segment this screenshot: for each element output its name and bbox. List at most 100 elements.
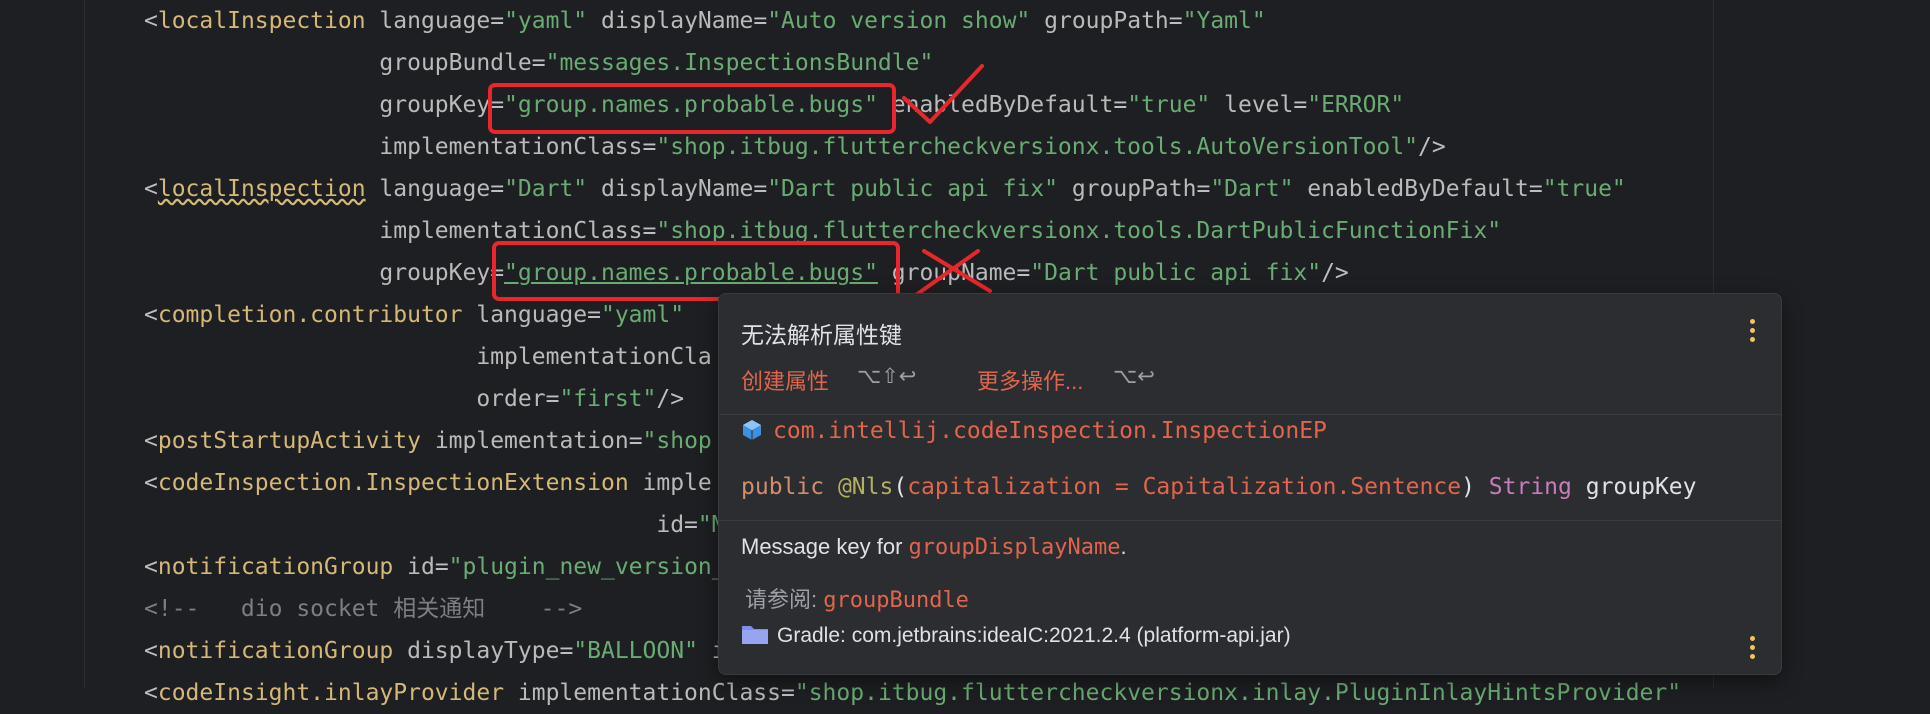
class-cube-icon <box>743 420 761 440</box>
code-token: implementationCla <box>144 344 712 370</box>
code-token: = <box>587 302 601 328</box>
code-token: = <box>628 428 643 454</box>
code-token: = <box>545 386 560 412</box>
description: Message key for groupDisplayName. <box>741 534 1127 560</box>
code-token: groupPath <box>1030 8 1169 34</box>
code-line[interactable]: <codeInspection.InspectionExtension impl… <box>144 462 712 504</box>
code-token: = <box>781 680 795 706</box>
code-token: displayType <box>393 638 560 664</box>
popup-title: 无法解析属性键 <box>741 322 902 348</box>
code-token: /> <box>1321 260 1349 286</box>
code-token: = <box>1113 92 1128 118</box>
code-token: notificationGroup <box>157 554 394 580</box>
code-token: displayName <box>587 8 754 34</box>
code-token: completion.contributor <box>157 302 463 328</box>
code-token: < <box>144 428 158 454</box>
code-line[interactable]: <!-- dio socket 相关通知 --> <box>144 588 582 630</box>
code-token: "BALLOON" <box>573 638 698 664</box>
code-token: "Dart" <box>1210 176 1294 202</box>
code-line[interactable]: implementationCla <box>144 336 712 378</box>
code-token: groupKey <box>144 92 491 118</box>
group-bundle-link[interactable]: groupBundle <box>823 588 969 613</box>
code-token: = <box>642 134 657 160</box>
signature: public @Nls(capitalization = Capitalizat… <box>741 474 1697 500</box>
code-line[interactable]: <codeInsight.inlayProvider implementatio… <box>144 672 1681 714</box>
code-token: <!-- dio socket 相关通知 --> <box>144 596 583 622</box>
code-token: = <box>1168 8 1183 34</box>
class-reference-text: com.intellij.codeInspection.InspectionEP <box>773 418 1327 444</box>
popup-divider <box>719 414 1781 415</box>
code-token: language <box>365 8 491 34</box>
code-token: id <box>393 554 435 580</box>
code-line[interactable]: <notificationGroup displayType="BALLOON"… <box>144 630 726 672</box>
more-actions-link[interactable]: 更多操作... <box>977 364 1083 396</box>
code-token: "Auto version show" <box>767 8 1031 34</box>
see-also: 请参阅: groupBundle <box>745 587 969 613</box>
code-token: < <box>144 8 158 34</box>
code-line[interactable]: <notificationGroup id="plugin_new_versio… <box>144 546 726 588</box>
create-property-action[interactable]: 创建属性 <box>741 364 829 396</box>
code-token: = <box>1528 176 1543 202</box>
code-token: "messages.InspectionsBundle" <box>545 50 934 76</box>
code-token: = <box>490 176 505 202</box>
code-token: implementationClass <box>504 680 781 706</box>
code-token: < <box>144 470 158 496</box>
code-token: < <box>144 554 158 580</box>
code-token: "yaml" <box>504 8 588 34</box>
create-property-shortcut: ⌥⇧↩ <box>857 364 917 388</box>
code-token: id <box>144 512 685 538</box>
code-token: "ERROR" <box>1307 92 1405 118</box>
code-token: order <box>144 386 546 412</box>
code-token: = <box>559 638 574 664</box>
code-token: codeInsight.inlayProvider <box>157 680 505 706</box>
more-options-icon[interactable] <box>1749 319 1757 345</box>
code-token: notificationGroup <box>157 638 394 664</box>
code-token: /> <box>656 386 685 412</box>
code-token: = <box>434 554 449 580</box>
code-token: < <box>144 176 158 202</box>
highlight-box-2 <box>492 241 900 301</box>
code-token: = <box>1293 92 1308 118</box>
code-token: = <box>753 176 768 202</box>
code-token: displayName <box>587 176 754 202</box>
code-token: groupPath <box>1057 176 1197 202</box>
code-token: "shop.itbug.fluttercheckversionx.inlay.P… <box>794 680 1682 706</box>
code-token: /> <box>1417 134 1446 160</box>
code-line[interactable]: <localInspection language="Dart" display… <box>144 168 1626 210</box>
code-token: localInspection <box>157 8 366 34</box>
code-token: = <box>490 8 505 34</box>
code-token: "Dart public api fix" <box>767 176 1058 202</box>
code-token: < <box>144 680 158 706</box>
code-token: "first" <box>559 386 657 412</box>
code-token: localInspection <box>157 176 366 202</box>
code-token: "shop.itbug.fluttercheckversionx.tools.A… <box>656 134 1418 160</box>
checkmark-annotation <box>902 64 984 124</box>
code-token: < <box>144 638 158 664</box>
code-token: codeInspection.InspectionExtension <box>157 470 629 496</box>
class-reference[interactable]: com.intellij.codeInspection.InspectionEP <box>741 418 1327 444</box>
code-token: "true" <box>1127 92 1211 118</box>
code-line[interactable]: order="first"/> <box>144 378 684 420</box>
code-token: "shop <box>642 428 712 454</box>
group-display-name-link[interactable]: groupDisplayName <box>909 535 1121 560</box>
code-line[interactable]: id="M <box>144 504 725 546</box>
quick-doc-popup[interactable]: 无法解析属性键 创建属性 ⌥⇧↩ 更多操作... ⌥↩ com.intellij… <box>718 293 1782 675</box>
code-token: "Dart public api fix" <box>1030 260 1322 286</box>
code-token: implementation <box>420 428 629 454</box>
code-line[interactable]: groupBundle="messages.InspectionsBundle" <box>144 42 933 84</box>
code-token: < <box>144 302 158 328</box>
code-token: = <box>1196 176 1211 202</box>
bottom-more-icon[interactable] <box>1749 636 1757 662</box>
code-token: groupKey <box>144 260 491 286</box>
code-token: postStartupActivity <box>157 428 421 454</box>
editor-gutter <box>0 0 85 688</box>
code-line[interactable]: <localInspection language="yaml" display… <box>144 0 1266 42</box>
code-token: implementationClass <box>144 134 643 160</box>
code-token: = <box>1016 260 1031 286</box>
library-source: Gradle: com.jetbrains:ideaIC:2021.2.4 (p… <box>741 623 1291 648</box>
code-token: groupBundle <box>144 50 532 76</box>
code-token: = <box>531 50 546 76</box>
code-line[interactable]: <postStartupActivity implementation="sho… <box>144 420 712 462</box>
code-token: level <box>1210 92 1294 118</box>
code-token: = <box>753 8 768 34</box>
